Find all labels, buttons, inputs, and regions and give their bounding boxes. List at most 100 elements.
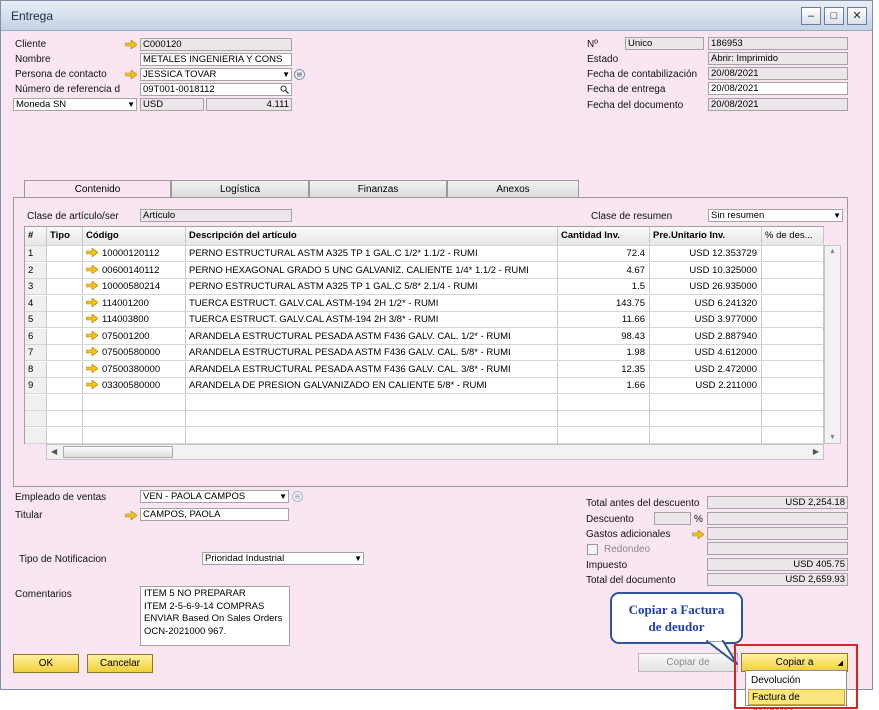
cell-codigo[interactable]: 114001200	[83, 295, 186, 312]
ok-button[interactable]: OK	[13, 654, 79, 673]
referencia-field[interactable]: 09T001-0018112	[140, 83, 292, 96]
cell-descripcion[interactable]: PERNO ESTRUCTURAL ASTM A325 TP 1 GAL.C 1…	[186, 246, 558, 262]
cell-precio[interactable]: USD 2.472000	[650, 361, 762, 378]
cell-descripcion[interactable]: TUERCA ESTRUCT. GALV.CAL ASTM-194 2H 3/8…	[186, 312, 558, 328]
col-header-codigo[interactable]: Código	[83, 227, 186, 246]
cancel-button[interactable]: Cancelar	[87, 654, 153, 673]
scroll-right-icon[interactable]: ▶	[813, 447, 819, 456]
cell-tipo[interactable]	[47, 279, 83, 295]
cell-tipo[interactable]	[47, 312, 83, 328]
redondeo-checkbox[interactable]	[587, 544, 598, 555]
link-arrow-icon[interactable]	[85, 247, 99, 258]
col-header-cantidad[interactable]: Cantidad Inv.	[558, 227, 650, 246]
cell-precio[interactable]: USD 12.353729	[650, 246, 762, 262]
clase-field[interactable]: Artículo	[140, 209, 292, 222]
tab-finanzas[interactable]: Finanzas	[309, 180, 447, 198]
cell-precio[interactable]: USD 3.977000	[650, 312, 762, 328]
cell-descripcion[interactable]	[186, 394, 558, 411]
scroll-left-icon[interactable]: ◀	[51, 447, 57, 456]
link-arrow-icon[interactable]	[125, 511, 137, 520]
cell-descripcion[interactable]: ARANDELA DE PRESION GALVANIZADO EN CALIE…	[186, 378, 558, 394]
cell-tipo[interactable]	[47, 378, 83, 394]
notificacion-dropdown[interactable]: Prioridad Industrial ▼	[202, 552, 364, 565]
link-arrow-icon[interactable]	[692, 530, 704, 539]
cell-cantidad[interactable]	[558, 394, 650, 411]
col-header-num[interactable]: #	[25, 227, 47, 246]
cell-codigo[interactable]: 07500580000	[83, 345, 186, 361]
scroll-thumb[interactable]	[63, 446, 173, 458]
cell-descuento[interactable]	[762, 411, 824, 427]
series-field[interactable]: Unico	[625, 37, 704, 50]
moneda-dropdown[interactable]: Moneda SN ▼	[13, 98, 137, 111]
link-arrow-icon[interactable]	[85, 296, 99, 308]
link-arrow-icon[interactable]	[85, 313, 99, 324]
cell-precio[interactable]: USD 26.935000	[650, 279, 762, 295]
comentarios-textarea[interactable]: ITEM 5 NO PREPARAR ITEM 2-5-6-9-14 COMPR…	[140, 586, 290, 646]
cell-descripcion[interactable]	[186, 411, 558, 427]
cell-descuento[interactable]	[762, 262, 824, 279]
cell-precio[interactable]	[650, 411, 762, 427]
link-arrow-icon[interactable]	[85, 379, 99, 390]
col-header-tipo[interactable]: Tipo	[47, 227, 83, 246]
cell-descripcion[interactable]: PERNO HEXAGONAL GRADO 5 UNC GALVANIZ. CA…	[186, 262, 558, 279]
exchange-rate-field[interactable]: 4.111	[206, 98, 292, 111]
cell-descuento[interactable]	[762, 427, 824, 444]
cell-codigo[interactable]	[83, 411, 186, 427]
cell-precio[interactable]: USD 2.887940	[650, 328, 762, 345]
search-icon[interactable]	[280, 85, 289, 94]
doc-number-field[interactable]: 186953	[708, 37, 848, 50]
contacto-dropdown[interactable]: JESSICA TOVAR ▼	[140, 68, 292, 81]
gastos-field[interactable]	[707, 527, 848, 540]
fecha-entrega-field[interactable]: 20/08/2021	[708, 82, 848, 95]
cell-descuento[interactable]	[762, 378, 824, 394]
cell-tipo[interactable]	[47, 411, 83, 427]
titular-field[interactable]: CAMPOS, PAOLA	[140, 508, 289, 521]
link-arrow-icon[interactable]	[125, 70, 137, 79]
list-circle-icon[interactable]	[294, 69, 305, 80]
cell-precio[interactable]	[650, 394, 762, 411]
cell-descuento[interactable]	[762, 312, 824, 328]
nombre-field[interactable]: METALES INGENIERIA Y CONS	[140, 53, 292, 66]
cell-tipo[interactable]	[47, 345, 83, 361]
cell-tipo[interactable]	[47, 262, 83, 279]
cell-cantidad[interactable]: 1.5	[558, 279, 650, 295]
cell-codigo[interactable]: 114003800	[83, 312, 186, 328]
cell-cantidad[interactable]: 12.35	[558, 361, 650, 378]
resumen-dropdown[interactable]: Sin resumen ▼	[708, 209, 843, 222]
cell-cantidad[interactable]: 1.66	[558, 378, 650, 394]
cell-tipo[interactable]	[47, 394, 83, 411]
col-header-descripcion[interactable]: Descripción del artículo	[186, 227, 558, 246]
cell-codigo[interactable]: 10000120112	[83, 246, 186, 262]
cell-tipo[interactable]	[47, 295, 83, 312]
cell-descripcion[interactable]: TUERCA ESTRUCT. GALV.CAL ASTM-194 2H 1/2…	[186, 295, 558, 312]
cell-codigo[interactable]: 03300580000	[83, 378, 186, 394]
cell-precio[interactable]: USD 2.211000	[650, 378, 762, 394]
col-header-precio[interactable]: Pre.Unitario Inv.	[650, 227, 762, 246]
cell-descuento[interactable]	[762, 361, 824, 378]
tab-anexos[interactable]: Anexos	[447, 180, 579, 198]
descuento-field[interactable]	[707, 512, 848, 525]
cell-codigo[interactable]: 07500380000	[83, 361, 186, 378]
cell-cantidad[interactable]	[558, 411, 650, 427]
fecha-doc-field[interactable]: 20/08/2021	[708, 98, 848, 111]
cell-codigo[interactable]: 00600140112	[83, 262, 186, 279]
grid-horizontal-scrollbar[interactable]: ◀ ▶	[46, 444, 824, 460]
link-arrow-icon[interactable]	[85, 280, 99, 291]
cell-tipo[interactable]	[47, 246, 83, 262]
cell-cantidad[interactable]: 4.67	[558, 262, 650, 279]
cell-cantidad[interactable]: 143.75	[558, 295, 650, 312]
cell-descuento[interactable]	[762, 345, 824, 361]
cell-descuento[interactable]	[762, 279, 824, 295]
cell-cantidad[interactable]: 98.43	[558, 328, 650, 345]
cell-precio[interactable]	[650, 427, 762, 444]
cell-descuento[interactable]	[762, 328, 824, 345]
cell-tipo[interactable]	[47, 427, 83, 444]
cell-cantidad[interactable]: 1.98	[558, 345, 650, 361]
link-arrow-icon[interactable]	[125, 40, 137, 49]
cell-cantidad[interactable]: 72.4	[558, 246, 650, 262]
currency-field[interactable]: USD	[140, 98, 204, 111]
cell-codigo[interactable]: 10000580214	[83, 279, 186, 295]
list-circle-icon[interactable]	[292, 491, 303, 502]
link-arrow-icon[interactable]	[85, 362, 99, 374]
cell-descuento[interactable]	[762, 246, 824, 262]
